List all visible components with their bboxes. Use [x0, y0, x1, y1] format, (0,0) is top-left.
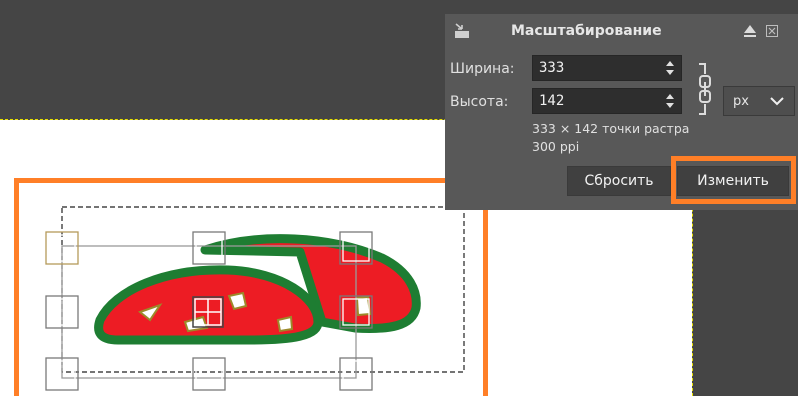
close-icon[interactable] — [766, 25, 778, 37]
pixel-size-info: 333 × 142 точки растра — [532, 121, 690, 136]
scale-tool-icon — [455, 23, 469, 38]
image-editor-window: Масштабирование Ширина: 333 Высота: 142 — [0, 0, 798, 396]
height-value: 142 — [539, 93, 565, 109]
width-label: Ширина: — [450, 61, 515, 77]
dialog-header: Масштабирование — [445, 14, 798, 48]
height-spinner-icon[interactable] — [665, 91, 675, 111]
unit-value: px — [733, 94, 749, 109]
unit-dropdown[interactable]: px — [723, 86, 795, 116]
resolution-info: 300 ppi — [532, 139, 580, 154]
chain-link-icon[interactable] — [693, 60, 713, 118]
canvas-highlight — [14, 178, 488, 396]
height-field[interactable]: 142 — [532, 88, 682, 114]
apply-button-highlight — [671, 156, 796, 204]
width-field[interactable]: 333 — [532, 55, 682, 81]
reset-button[interactable]: Сбросить — [567, 166, 671, 196]
triangle-up-icon[interactable] — [743, 24, 757, 37]
chevron-down-icon — [770, 97, 784, 106]
width-spinner-icon[interactable] — [665, 58, 675, 78]
dialog-title: Масштабирование — [511, 23, 662, 39]
height-label: Высота: — [450, 94, 509, 110]
width-value: 333 — [539, 60, 565, 76]
